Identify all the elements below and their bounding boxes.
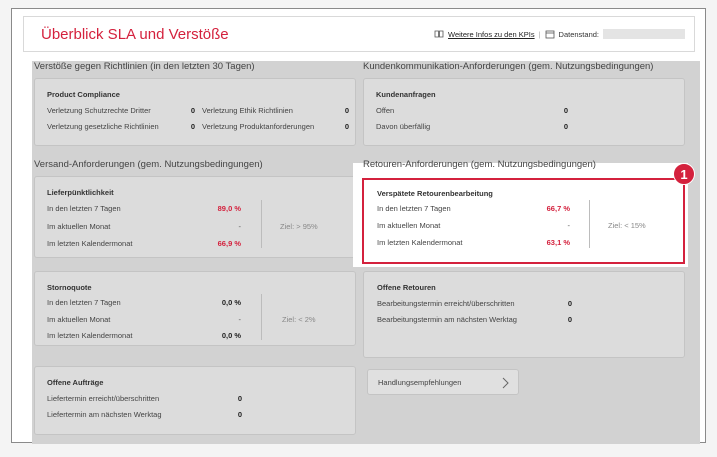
metric-label: Verletzung Produktanforderungen [202,122,315,131]
card-title: Product Compliance [47,90,120,99]
section-title-violations: Verstöße gegen Richtlinien (in den letzt… [34,61,255,72]
metric-value: 0 [567,299,572,308]
header-meta: Weitere Infos zu den KPIs | Datenstand: [434,29,685,39]
goal-text: Ziel: > 95% [280,222,318,231]
info-book-icon [434,30,444,38]
section-title-customer: Kundenkommunikation-Anforderungen (gem. … [363,61,654,72]
section-title-shipping: Versand-Anforderungen (gem. Nutzungsbedi… [34,159,263,170]
card-title: Kundenanfragen [376,90,436,99]
recommendations-button[interactable]: Handlungsempfehlungen [367,369,519,395]
goal-text: Ziel: < 2% [282,315,316,324]
metric-label: Davon überfällig [376,122,431,131]
metric-value: - [238,315,242,324]
metric-label: Im letzten Kalendermonat [47,239,133,248]
goal-text: Ziel: < 15% [608,221,646,230]
metric-label: Offen [376,106,395,115]
card-late-returns: Verspätete Retourenbearbeitung In den le… [362,178,685,264]
metric-label: Liefertermin erreicht/überschritten [47,394,160,403]
metric-value: 0,0 % [221,331,241,340]
kpi-info-link[interactable]: Weitere Infos zu den KPIs [448,30,535,39]
metric-value: 66,9 % [217,239,241,248]
metric-value: 0 [237,394,242,403]
metric-value: 0 [563,122,568,131]
metric-label: In den letzten 7 Tagen [377,204,451,213]
card-open-orders: Offene Aufträge Liefertermin erreicht/üb… [34,366,356,435]
card-cancellation-rate: Stornoquote In den letzten 7 Tagen 0,0 %… [34,271,356,346]
divider [261,200,262,248]
calendar-icon [545,30,554,39]
metric-value: 0 [344,122,349,131]
metric-value: 89,0 % [217,204,241,213]
page-title: Überblick SLA und Verstöße [41,26,229,43]
divider [589,200,590,248]
card-title: Stornoquote [47,283,92,292]
card-delivery-punctuality: Lieferpünktlichkeit In den letzten 7 Tag… [34,176,356,258]
page-header: Überblick SLA und Verstöße Weitere Infos… [23,16,695,52]
metric-value: 0 [344,106,349,115]
metric-label: In den letzten 7 Tagen [47,298,121,307]
card-title: Verspätete Retourenbearbeitung [377,189,493,198]
annotation-badge: 1 [673,163,695,185]
metric-label: Verletzung gesetzliche Richtlinien [47,122,159,131]
chevron-right-icon [502,377,509,389]
metric-value: 0 [567,315,572,324]
card-title: Offene Retouren [377,283,436,292]
metric-label: Liefertermin am nächsten Werktag [47,410,162,419]
metric-label: Im letzten Kalendermonat [47,331,133,340]
card-open-returns: Offene Retouren Bearbeitungstermin errei… [363,271,685,358]
metric-label: Im aktuellen Monat [47,222,111,231]
metric-value: 0,0 % [221,298,241,307]
metric-label: Bearbeitungstermin erreicht/überschritte… [377,299,515,308]
metric-value: 63,1 % [546,238,570,247]
metric-label: Verletzung Ethik Richtlinien [202,106,293,115]
recommendations-button-label: Handlungsempfehlungen [378,378,462,387]
metric-value: 66,7 % [546,204,570,213]
metric-label: In den letzten 7 Tagen [47,204,121,213]
metric-label: Verletzung Schutzrechte Dritter [47,106,151,115]
metric-value: 0 [190,122,195,131]
metric-value: - [567,221,571,230]
date-label: Datenstand: [558,29,599,39]
metric-label: Im aktuellen Monat [47,315,111,324]
metric-value: - [238,222,242,231]
metric-label: Im letzten Kalendermonat [377,238,463,247]
card-product-compliance: Product Compliance Verletzung Schutzrech… [34,78,356,146]
date-value-field [603,29,685,39]
card-customer-requests: Kundenanfragen Offen 0 Davon überfällig … [363,78,685,146]
divider [261,294,262,340]
header-divider: | [538,29,541,39]
card-title: Lieferpünktlichkeit [47,188,114,197]
section-title-returns: Retouren-Anforderungen (gem. Nutzungsbed… [363,159,596,170]
metric-value: 0 [237,410,242,419]
card-title: Offene Aufträge [47,378,104,387]
metric-value: 0 [190,106,195,115]
metric-label: Im aktuellen Monat [377,221,441,230]
metric-value: 0 [563,106,568,115]
metric-label: Bearbeitungstermin am nächsten Werktag [377,315,517,324]
